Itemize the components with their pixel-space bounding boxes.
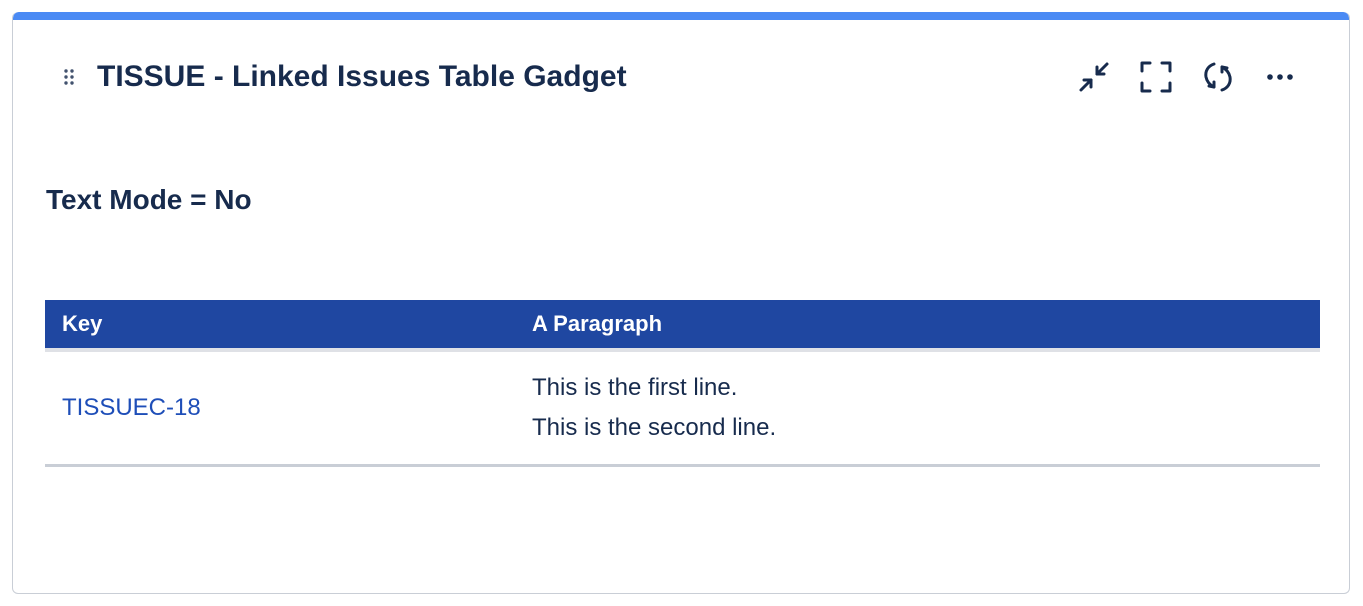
table-header-row: Key A Paragraph — [45, 300, 1320, 352]
more-button[interactable] — [1259, 56, 1301, 98]
gadget-title: TISSUE - Linked Issues Table Gadget — [97, 60, 627, 93]
gadget-accent-bar — [13, 12, 1349, 20]
minimize-arrows-icon — [1077, 60, 1111, 94]
gadget-panel: TISSUE - Linked Issues Table Gadget Text… — [12, 12, 1350, 594]
text-mode-heading: Text Mode = No — [46, 184, 252, 215]
paragraph-line: This is the first line. — [532, 374, 738, 401]
issue-key-cell: TISSUEC-18 — [45, 350, 515, 467]
more-dots-icon — [1266, 73, 1294, 81]
refresh-button[interactable] — [1197, 56, 1239, 98]
table-row: TISSUEC-18 This is the first line. This … — [45, 350, 1320, 467]
minimize-button[interactable] — [1073, 56, 1115, 98]
fullscreen-button[interactable] — [1135, 56, 1177, 98]
column-header-key[interactable]: Key — [45, 300, 515, 352]
fullscreen-corners-icon — [1139, 60, 1173, 94]
issue-key-link[interactable]: TISSUEC-18 — [62, 394, 201, 421]
gadget-actions — [1073, 56, 1301, 98]
column-header-paragraph[interactable]: A Paragraph — [515, 300, 1320, 352]
paragraph-cell: This is the first line. This is the seco… — [515, 350, 1320, 467]
refresh-icon — [1200, 59, 1236, 95]
paragraph-line: This is the second line. — [532, 414, 777, 441]
linked-issues-table: Key A Paragraph TISSUEC-18 This is the f… — [45, 300, 1320, 467]
drag-handle-icon[interactable] — [63, 68, 75, 86]
gadget-header: TISSUE - Linked Issues Table Gadget — [13, 52, 1349, 102]
